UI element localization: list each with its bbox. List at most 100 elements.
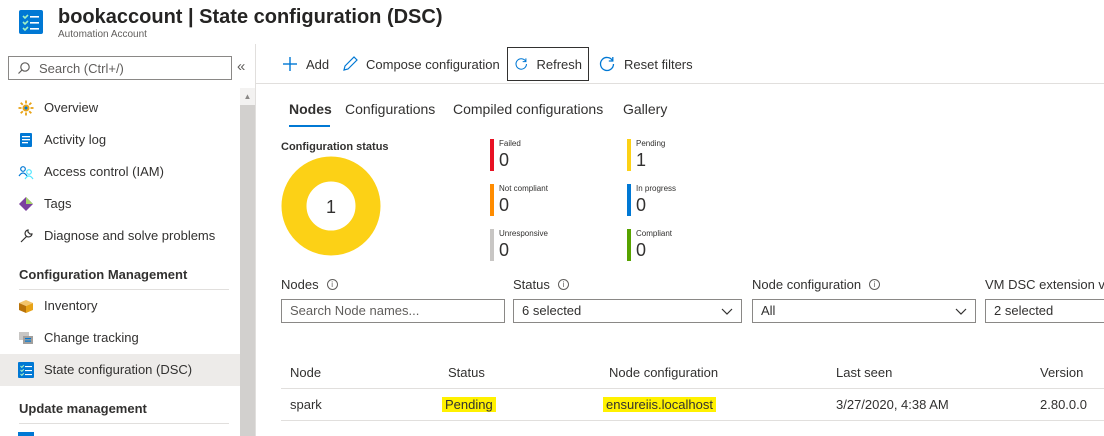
tile-label: Compliant [636, 229, 673, 238]
sidebar-item-label: Change tracking [44, 330, 139, 345]
search-node-names-input[interactable]: Search Node names... [281, 299, 505, 323]
tile-label: Unresponsive [499, 229, 548, 238]
chevron-down-icon [955, 308, 967, 315]
column-header-last-seen[interactable]: Last seen [836, 365, 892, 380]
sidebar-item-label: Activity log [44, 132, 107, 147]
tile-value: 0 [499, 240, 510, 260]
filter-label-nodes: Nodes i [281, 277, 338, 292]
sidebar-item-change-tracking[interactable]: Change tracking [0, 322, 240, 354]
access-control-icon [18, 166, 34, 180]
sidebar-item-label: Inventory [44, 298, 98, 313]
sidebar-item-inventory[interactable]: Inventory [0, 290, 240, 322]
status-bar [490, 139, 494, 171]
sidebar-item-activity-log[interactable]: Activity log [0, 124, 240, 156]
sidebar: Search (Ctrl+/) « ▲ Overview Activity lo… [0, 44, 256, 436]
search-node-placeholder: Search Node names... [290, 303, 420, 318]
tags-icon [19, 197, 33, 211]
configuration-status-title: Configuration status [281, 141, 389, 153]
tab-compiled-configurations[interactable]: Compiled configurations [453, 101, 603, 117]
filter-label-text: Node configuration [752, 277, 862, 292]
info-icon[interactable]: i [326, 279, 338, 290]
pencil-icon [343, 56, 358, 71]
tile-label: Pending [636, 139, 666, 148]
sidebar-item-label: Diagnose and solve problems [44, 228, 216, 243]
section-header-update-management: Update management [19, 401, 147, 416]
search-input[interactable]: Search (Ctrl+/) [8, 56, 232, 80]
plus-icon [283, 57, 297, 71]
tile-value: 0 [636, 240, 647, 260]
filter-label-status: Status i [513, 277, 569, 292]
column-header-version[interactable]: Version [1040, 365, 1083, 380]
filter-label-node-configuration: Node configuration i [752, 277, 881, 292]
tile-value: 0 [636, 195, 647, 215]
collapse-sidebar-button[interactable]: « [237, 58, 245, 75]
info-icon[interactable]: i [869, 279, 881, 290]
tab-configurations[interactable]: Configurations [345, 101, 435, 117]
node-configuration-value: All [761, 303, 776, 318]
tile-in-progress[interactable]: In progress 0 [627, 184, 737, 224]
section-header-configuration-management: Configuration Management [19, 267, 188, 282]
activity-log-icon [20, 133, 32, 147]
status-bar [490, 184, 494, 216]
info-icon[interactable]: i [557, 279, 569, 290]
scroll-up-arrow[interactable]: ▲ [240, 88, 255, 105]
filter-label-vm-dsc-extension: VM DSC extension v [985, 277, 1104, 292]
sidebar-item-state-configuration[interactable]: State configuration (DSC) [0, 354, 240, 386]
column-header-node[interactable]: Node [290, 365, 321, 380]
sidebar-item-label: State configuration (DSC) [44, 362, 193, 377]
sidebar-item-access-control[interactable]: Access control (IAM) [0, 156, 240, 188]
sidebar-item-overview[interactable]: Overview [0, 92, 240, 124]
reset-label: Reset filters [624, 56, 693, 72]
page-title: bookaccount | State configuration (DSC) [58, 6, 443, 28]
node-configuration-dropdown[interactable]: All [752, 299, 976, 323]
add-button[interactable]: Add [276, 47, 335, 81]
tab-nodes[interactable]: Nodes [289, 101, 332, 117]
status-dropdown[interactable]: 6 selected [513, 299, 742, 323]
compose-label: Compose configuration [366, 56, 500, 72]
tile-label: Not compliant [499, 184, 548, 193]
sidebar-item-diagnose[interactable]: Diagnose and solve problems [0, 220, 240, 252]
cell-node-configuration[interactable]: ensureiis.localhost [603, 397, 716, 412]
refresh-button[interactable]: Refresh [507, 47, 589, 81]
table-header-divider [281, 388, 1104, 389]
tile-value: 0 [499, 150, 510, 170]
tile-unresponsive[interactable]: Unresponsive 0 [490, 229, 600, 269]
sidebar-item-label: Overview [44, 100, 99, 115]
tile-label: In progress [636, 184, 677, 193]
add-label: Add [306, 56, 330, 72]
reset-icon [599, 56, 615, 72]
cell-node[interactable]: spark [290, 397, 322, 412]
wrench-icon [20, 229, 33, 243]
dsc-icon [19, 10, 43, 34]
partial-sidebar-icon [18, 432, 34, 436]
tile-not-compliant[interactable]: Not compliant 0 [490, 184, 600, 224]
reset-filters-button[interactable]: Reset filters [592, 47, 699, 81]
filter-label-text: Nodes [281, 277, 319, 292]
cell-last-seen: 3/27/2020, 4:38 AM [836, 397, 949, 412]
tile-pending[interactable]: Pending 1 [627, 139, 737, 179]
vm-dsc-extension-dropdown[interactable]: 2 selected [985, 299, 1104, 323]
search-placeholder: Search (Ctrl+/) [39, 61, 124, 76]
column-header-status[interactable]: Status [448, 365, 485, 380]
configuration-status-donut: 1 [281, 156, 381, 256]
filter-label-text: VM DSC extension v [985, 277, 1104, 292]
tile-compliant[interactable]: Compliant 0 [627, 229, 737, 269]
page-header: bookaccount | State configuration (DSC) … [0, 0, 1104, 44]
active-tab-indicator [289, 125, 330, 127]
sidebar-scrollbar[interactable] [240, 88, 255, 436]
change-tracking-icon [19, 332, 33, 344]
column-header-node-configuration[interactable]: Node configuration [609, 365, 718, 380]
sidebar-item-tags[interactable]: Tags [0, 188, 240, 220]
filter-label-text: Status [513, 277, 550, 292]
page-subtitle: Automation Account [58, 29, 147, 40]
vm-dsc-extension-value: 2 selected [994, 303, 1054, 318]
section-divider [19, 423, 229, 424]
sidebar-item-label: Access control (IAM) [44, 164, 164, 179]
tile-label: Failed [499, 139, 521, 148]
overview-icon [18, 100, 34, 116]
tile-failed[interactable]: Failed 0 [490, 139, 600, 179]
compose-configuration-button[interactable]: Compose configuration [336, 47, 506, 81]
tab-gallery[interactable]: Gallery [623, 101, 667, 117]
table-row-divider [281, 420, 1104, 421]
tile-value: 1 [636, 150, 647, 170]
